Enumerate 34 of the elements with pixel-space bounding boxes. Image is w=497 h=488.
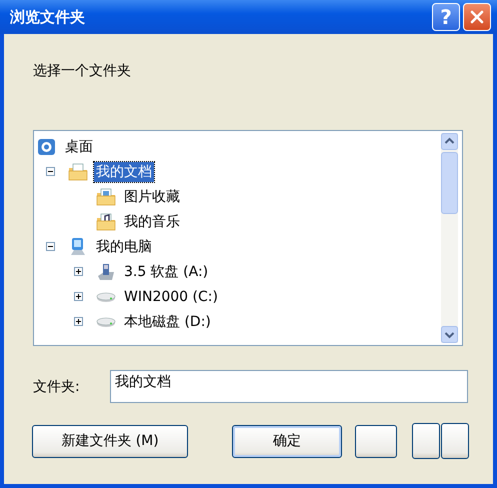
collapse-icon[interactable] [46,242,55,251]
tree-item[interactable]: WIN2000 (C:) [122,288,220,306]
folder-label: 文件夹: [33,378,81,396]
tree-item[interactable]: 我的电脑 [94,236,154,256]
folder-icon [96,186,116,206]
tree-item[interactable]: 桌面 [63,136,95,156]
blank-button[interactable] [441,423,469,459]
scrollbar[interactable] [441,133,458,343]
scroll-thumb[interactable] [441,152,458,214]
blank-button[interactable] [355,424,397,458]
desktop-icon [37,136,57,156]
expand-icon[interactable] [74,317,83,326]
tree-item[interactable]: 图片收藏 [122,186,182,206]
folder-icon [96,212,116,232]
folder-field[interactable]: 我的文档 [110,370,468,403]
ok-button[interactable]: 确定 [232,424,342,458]
tree-item[interactable]: 我的文档 [94,162,154,182]
prompt-text: 选择一个文件夹 [33,62,132,80]
new-folder-button[interactable]: 新建文件夹 (M) [32,424,188,458]
tree-item[interactable]: 3.5 软盘 (A:) [122,262,210,282]
window-title: 浏览文件夹 [10,8,85,26]
computer-icon [68,236,88,256]
scroll-up-icon[interactable] [441,133,458,150]
tree-item[interactable]: 本地磁盘 (D:) [122,312,213,332]
floppy-drive-icon [96,262,116,282]
expand-icon[interactable] [74,267,83,276]
scroll-down-icon[interactable] [441,326,458,343]
blank-button[interactable] [412,423,440,459]
close-button[interactable] [463,3,491,31]
close-icon [470,10,484,24]
expand-icon[interactable] [74,292,83,301]
folder-icon [68,162,88,182]
collapse-icon[interactable] [46,167,55,176]
tree-item[interactable]: 我的音乐 [122,212,182,232]
